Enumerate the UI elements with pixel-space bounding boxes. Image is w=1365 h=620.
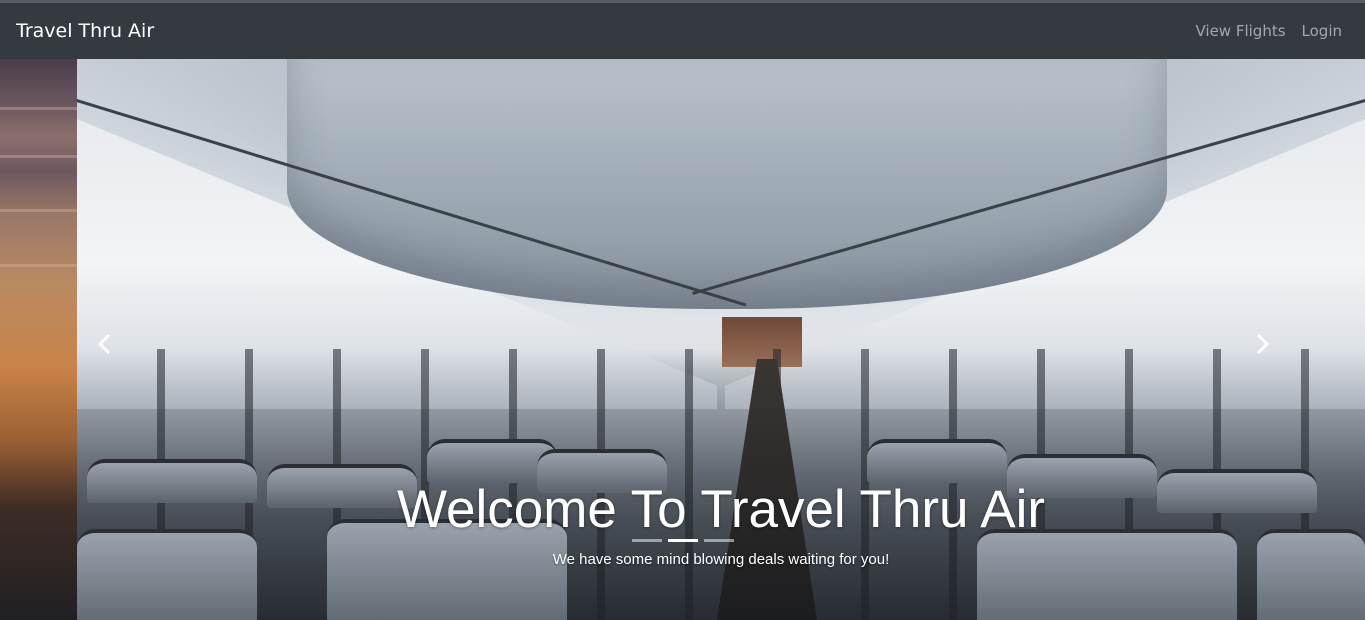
caption-subtitle: We have some mind blowing deals waiting … xyxy=(552,551,890,568)
nav-link-login[interactable]: Login xyxy=(1294,22,1342,40)
navbar: Travel Thru Air View Flights Login xyxy=(0,3,1365,59)
nav-link-view-flights[interactable]: View Flights xyxy=(1187,22,1293,40)
carousel-indicator-1[interactable] xyxy=(631,539,662,542)
navbar-brand[interactable]: Travel Thru Air xyxy=(16,20,154,42)
carousel-indicator-2[interactable] xyxy=(667,539,698,542)
chevron-left-icon xyxy=(98,334,110,354)
previous-slide-image xyxy=(0,59,77,620)
carousel-caption: Welcome To Travel Thru Air We have some … xyxy=(77,479,1365,568)
nav-links: View Flights Login xyxy=(1187,22,1342,40)
hero-carousel: Welcome To Travel Thru Air We have some … xyxy=(0,59,1365,620)
caption-title-prefix: Welcome To xyxy=(396,480,687,539)
carousel-indicators xyxy=(0,539,1365,542)
carousel-indicator-3[interactable] xyxy=(703,539,734,542)
caption-title: Welcome To Travel Thru Air xyxy=(77,479,1365,541)
carousel-prev-control[interactable] xyxy=(89,329,119,359)
carousel-next-control[interactable] xyxy=(1248,329,1278,359)
chevron-right-icon xyxy=(1257,334,1269,354)
caption-title-brand: Travel Thru Air xyxy=(700,480,1046,539)
